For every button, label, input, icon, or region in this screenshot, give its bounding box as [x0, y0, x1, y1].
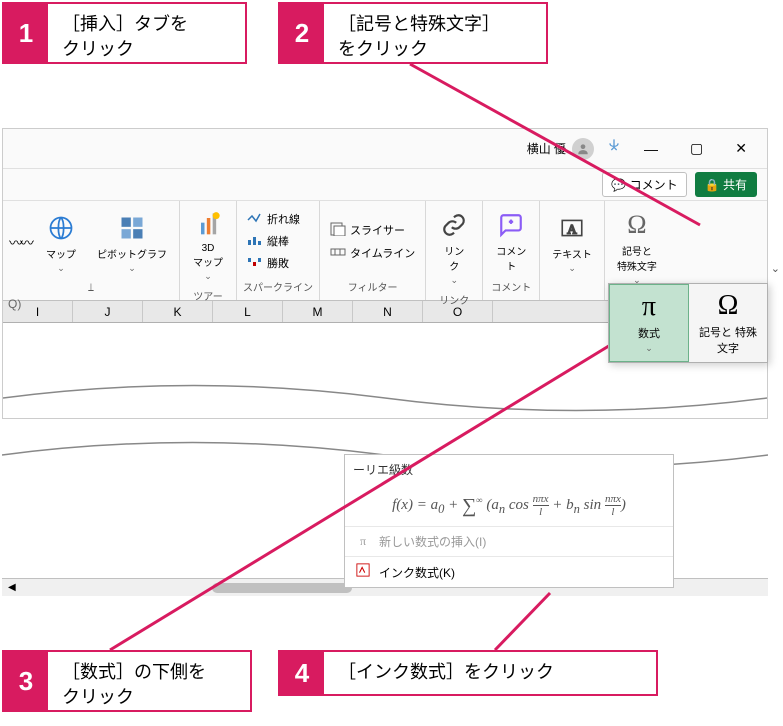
excel-window: 横山 優 — ▢ ✕ Q) 💬 コメント 🔒 共有 〰〰: [2, 128, 768, 419]
callout-number: 1: [4, 4, 48, 62]
sparkline-column-button[interactable]: 縦棒: [243, 231, 304, 251]
ribbon-group-filters: スライサー タイムライン フィルター: [320, 201, 426, 300]
map-chart-button[interactable]: マップ ⌄: [39, 208, 83, 278]
callout-number: 2: [280, 4, 324, 62]
search-suffix: Q): [8, 297, 21, 311]
column-header[interactable]: L: [213, 301, 283, 322]
equation-dropdown-menu: ーリエ級数 f(x) = a0 + ∑∞ (an cos nπxl + bn s…: [344, 454, 674, 588]
scrollbar-thumb[interactable]: [212, 583, 352, 593]
comment-icon: 💬: [611, 178, 626, 192]
ribbon-group-links: リン ク ⌄ リンク: [426, 201, 483, 300]
3d-map-button[interactable]: 3D マップ ⌄: [186, 205, 230, 286]
user-name: 横山 優: [527, 140, 566, 157]
column-header[interactable]: N: [353, 301, 423, 322]
chevron-down-icon: ⌄: [128, 263, 136, 274]
callout-1: 1 ［挿入］タブを クリック: [2, 2, 247, 64]
timeline-button[interactable]: タイムライン: [326, 243, 419, 263]
ribbon-collapse-button[interactable]: ⌄: [771, 262, 780, 275]
equation-preview-title: ーリエ級数: [345, 455, 673, 484]
omega-icon: Ω: [621, 209, 653, 241]
pi-icon: π: [355, 534, 371, 549]
globe-icon: [45, 212, 77, 244]
ribbon-group-comments: コメン ト コメント: [483, 201, 540, 300]
symbols-dropdown: π 数式 ⌄ Ω 記号と 特殊文字: [608, 283, 768, 363]
ink-equation-icon: [355, 563, 371, 581]
callout-number: 3: [4, 652, 48, 710]
ribbon-group-text: A テキスト ⌄: [540, 201, 605, 300]
textbox-icon: A: [556, 212, 588, 244]
symbols-button[interactable]: Ω 記号と 特殊文字 ⌄: [611, 205, 663, 290]
sparkline-winloss-icon: [247, 256, 263, 271]
comment-button[interactable]: コメン ト: [489, 205, 533, 277]
callout-2: 2 ［記号と特殊文字］ をクリック: [278, 2, 548, 64]
chevron-down-icon: ⌄: [568, 263, 576, 274]
link-button[interactable]: リン ク ⌄: [432, 205, 476, 290]
close-button[interactable]: ✕: [725, 136, 757, 161]
chevron-down-icon: ⌄: [450, 275, 458, 286]
callout-text: ［インク数式］をクリック: [324, 652, 568, 694]
3d-map-icon: [192, 209, 224, 241]
window-titlebar: 横山 優 — ▢ ✕: [3, 129, 767, 169]
slicer-icon: [330, 222, 346, 239]
omega-icon: Ω: [718, 290, 739, 322]
ribbon-group-charts: 〰〰 マップ ⌄ ピボットグラフ ⌄ ⟘: [3, 201, 180, 300]
ribbon-tabs-right: 💬 コメント 🔒 共有: [3, 169, 767, 201]
share-icon: 🔒: [705, 178, 720, 192]
scroll-left-icon[interactable]: ◀: [2, 582, 22, 593]
callout-number: 4: [280, 652, 324, 694]
pi-icon: π: [642, 291, 656, 323]
pivotchart-icon: [116, 212, 148, 244]
user-avatar-icon: [572, 138, 594, 160]
cut-line-icon: [3, 383, 767, 413]
callout-text: ［数式］の下側を クリック: [48, 652, 220, 710]
pivotchart-button[interactable]: ピボットグラフ ⌄: [91, 208, 173, 278]
comment-icon: [495, 209, 527, 241]
share-button[interactable]: 🔒 共有: [695, 172, 757, 197]
sparkline-line-button[interactable]: 折れ線: [243, 209, 304, 229]
ribbon-group-expand-icon[interactable]: ⟘: [9, 281, 173, 296]
column-header[interactable]: M: [283, 301, 353, 322]
comments-button[interactable]: 💬 コメント: [602, 172, 686, 197]
ribbon-group-sparklines: 折れ線 縦棒 勝敗 スパークライン: [237, 201, 320, 300]
svg-text:A: A: [567, 221, 577, 236]
chevron-down-icon: ⌄: [57, 263, 65, 274]
fourier-series-preview[interactable]: f(x) = a0 + ∑∞ (an cos nπxl + bn sin nπx…: [345, 484, 673, 526]
callout-3: 3 ［数式］の下側を クリック: [2, 650, 252, 712]
ribbon-group-tours: 3D マップ ⌄ ツアー: [180, 201, 237, 300]
chevron-down-icon: ⌄: [204, 271, 212, 282]
callout-text: ［記号と特殊文字］ をクリック: [324, 4, 514, 62]
slicer-button[interactable]: スライサー: [326, 220, 419, 241]
insert-new-equation-item[interactable]: π 新しい数式の挿入(I): [345, 526, 673, 556]
column-header[interactable]: J: [73, 301, 143, 322]
chevron-down-icon: ⌄: [645, 343, 653, 354]
chart-sparkline-icon[interactable]: 〰〰: [9, 233, 31, 253]
equation-button[interactable]: π 数式 ⌄: [609, 284, 689, 362]
column-header[interactable]: O: [423, 301, 493, 322]
column-header[interactable]: K: [143, 301, 213, 322]
text-button[interactable]: A テキスト ⌄: [546, 208, 598, 278]
callout-4: 4 ［インク数式］をクリック: [278, 650, 658, 696]
symbol-button[interactable]: Ω 記号と 特殊文字: [689, 284, 767, 362]
sparkline-line-icon: [247, 212, 263, 227]
minimize-button[interactable]: —: [634, 137, 668, 161]
sparkline-column-icon: [247, 234, 263, 249]
ink-equation-item[interactable]: インク数式(K): [345, 556, 673, 587]
timeline-icon: [330, 245, 346, 260]
maximize-button[interactable]: ▢: [680, 136, 713, 161]
user-account[interactable]: 横山 優: [527, 138, 594, 160]
mic-icon[interactable]: [606, 136, 622, 161]
link-icon: [438, 209, 470, 241]
callout-text: ［挿入］タブを クリック: [48, 4, 202, 62]
sparkline-winloss-button[interactable]: 勝敗: [243, 253, 304, 273]
